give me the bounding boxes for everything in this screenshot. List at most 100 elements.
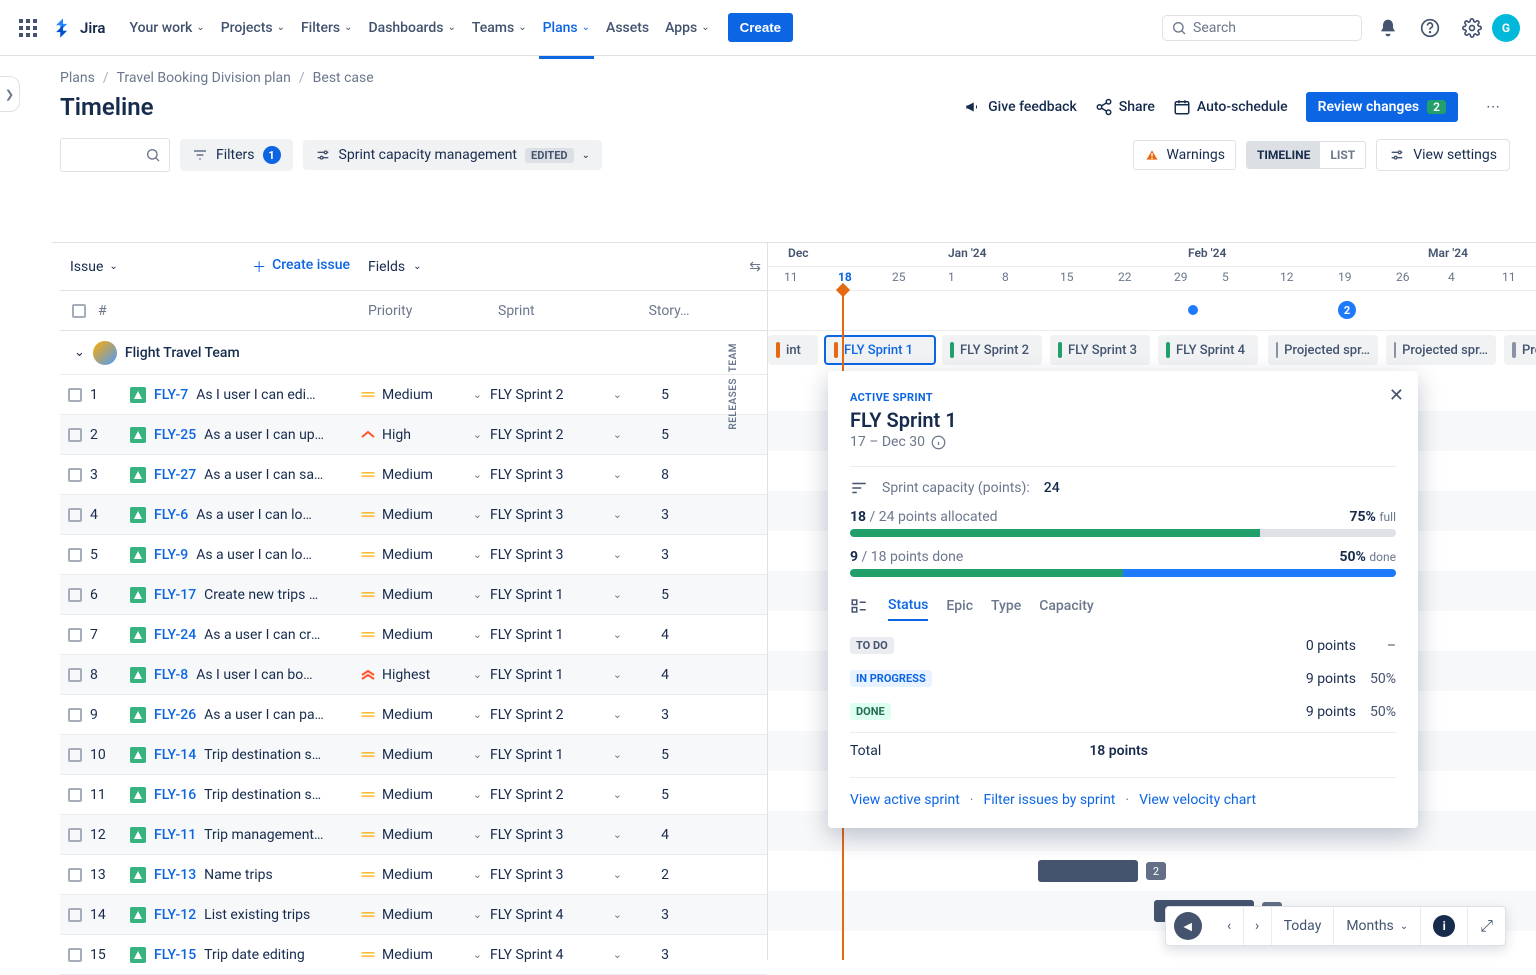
- issue-key[interactable]: FLY-26: [154, 707, 196, 723]
- priority-dropdown[interactable]: ⌄: [465, 944, 490, 965]
- priority-dropdown[interactable]: ⌄: [465, 744, 490, 765]
- gantt-bar[interactable]: 2: [1038, 860, 1138, 882]
- issue-row[interactable]: 1FLY-7As I user I can edit …═Medium⌄FLY …: [60, 375, 767, 415]
- issue-key[interactable]: FLY-14: [154, 747, 196, 763]
- release-count-badge[interactable]: 2: [1338, 301, 1356, 319]
- priority-dropdown[interactable]: ⌄: [465, 384, 490, 405]
- legend-info-button[interactable]: i: [1421, 907, 1468, 945]
- sprint-chip[interactable]: FLY Sprint 4: [1158, 335, 1258, 365]
- more-menu-button[interactable]: ⋯: [1476, 90, 1510, 124]
- issue-column-header[interactable]: Issue⌄: [70, 259, 118, 275]
- scroll-right-button[interactable]: ›: [1244, 907, 1272, 945]
- row-checkbox[interactable]: [68, 588, 82, 602]
- tab-epic[interactable]: Epic: [946, 592, 973, 620]
- row-checkbox[interactable]: [68, 948, 82, 962]
- priority-dropdown[interactable]: ⌄: [465, 664, 490, 685]
- row-checkbox[interactable]: [68, 908, 82, 922]
- scroll-left-button[interactable]: ‹: [1216, 907, 1244, 945]
- nav-your-work[interactable]: Your work ⌄: [121, 14, 212, 42]
- nav-projects[interactable]: Projects ⌄: [213, 14, 293, 42]
- issue-row[interactable]: 7FLY-24As a user I can cre…═Medium⌄FLY S…: [60, 615, 767, 655]
- issue-key[interactable]: FLY-7: [154, 387, 188, 403]
- sprint-dropdown[interactable]: ⌄: [605, 504, 630, 525]
- tab-type[interactable]: Type: [991, 592, 1021, 620]
- priority-dropdown[interactable]: ⌄: [465, 464, 490, 485]
- nav-apps[interactable]: Apps ⌄: [657, 14, 718, 42]
- priority-dropdown[interactable]: ⌄: [465, 424, 490, 445]
- sprint-dropdown[interactable]: ⌄: [605, 824, 630, 845]
- issue-row[interactable]: 5FLY-9As a user I can log i…═Medium⌄FLY …: [60, 535, 767, 575]
- create-issue-button[interactable]: ＋Create issue: [252, 257, 350, 277]
- sprint-chip[interactable]: Projected spr…: [1268, 335, 1378, 365]
- jira-logo[interactable]: Jira: [52, 17, 105, 39]
- row-checkbox[interactable]: [68, 788, 82, 802]
- tab-status[interactable]: Status: [888, 591, 928, 621]
- priority-dropdown[interactable]: ⌄: [465, 544, 490, 565]
- sprint-dropdown[interactable]: ⌄: [605, 584, 630, 605]
- issue-row[interactable]: 9FLY-26As a user I can pay…═Medium⌄FLY S…: [60, 695, 767, 735]
- issue-row[interactable]: 4FLY-6As a user I can log i…═Medium⌄FLY …: [60, 495, 767, 535]
- breadcrumb-plan[interactable]: Travel Booking Division plan: [117, 70, 291, 86]
- auto-schedule-button[interactable]: Auto-schedule: [1173, 98, 1288, 116]
- filters-button[interactable]: Filters 1: [180, 139, 293, 171]
- issue-key[interactable]: FLY-8: [154, 667, 188, 683]
- search-input[interactable]: Search: [1162, 15, 1362, 41]
- info-icon[interactable]: [931, 435, 946, 450]
- close-button[interactable]: ✕: [1389, 385, 1404, 406]
- sprint-dropdown[interactable]: ⌄: [605, 424, 630, 445]
- sprint-dropdown[interactable]: ⌄: [605, 744, 630, 765]
- priority-dropdown[interactable]: ⌄: [465, 864, 490, 885]
- timeline-view-tab[interactable]: TIMELINE: [1247, 142, 1320, 168]
- review-changes-button[interactable]: Review changes 2: [1306, 92, 1458, 122]
- list-view-tab[interactable]: LIST: [1320, 142, 1365, 168]
- create-button[interactable]: Create: [728, 13, 794, 42]
- sprint-chip[interactable]: FLY Sprint 1: [824, 335, 936, 365]
- issue-key[interactable]: FLY-11: [154, 827, 196, 843]
- priority-dropdown[interactable]: ⌄: [465, 504, 490, 525]
- issue-key[interactable]: FLY-6: [154, 507, 188, 523]
- priority-dropdown[interactable]: ⌄: [465, 704, 490, 725]
- notifications-icon[interactable]: [1372, 12, 1404, 44]
- issue-key[interactable]: FLY-17: [154, 587, 196, 603]
- fullscreen-button[interactable]: ⤢: [1468, 907, 1505, 945]
- sprint-dropdown[interactable]: ⌄: [605, 544, 630, 565]
- zoom-unit-select[interactable]: Months ⌄: [1334, 907, 1421, 945]
- row-checkbox[interactable]: [68, 468, 82, 482]
- nav-assets[interactable]: Assets: [598, 14, 657, 42]
- sprint-dropdown[interactable]: ⌄: [605, 944, 630, 965]
- issue-key[interactable]: FLY-15: [154, 947, 196, 963]
- dependency-badge[interactable]: 2: [1146, 862, 1166, 880]
- sprint-dropdown[interactable]: ⌄: [605, 464, 630, 485]
- sprint-dropdown[interactable]: ⌄: [605, 784, 630, 805]
- nav-dashboards[interactable]: Dashboards ⌄: [361, 14, 464, 42]
- row-checkbox[interactable]: [68, 388, 82, 402]
- user-avatar[interactable]: G: [1492, 14, 1520, 42]
- row-checkbox[interactable]: [68, 508, 82, 522]
- issue-key[interactable]: FLY-12: [154, 907, 196, 923]
- issue-key[interactable]: FLY-16: [154, 787, 196, 803]
- sprint-chip[interactable]: FLY Sprint 3: [1050, 335, 1150, 365]
- fields-button[interactable]: Fields⌄: [360, 259, 490, 275]
- priority-dropdown[interactable]: ⌄: [465, 784, 490, 805]
- sprint-dropdown[interactable]: ⌄: [605, 704, 630, 725]
- issue-row[interactable]: 15FLY-15Trip date editing═Medium⌄FLY Spr…: [60, 935, 767, 975]
- help-icon[interactable]: [1414, 12, 1446, 44]
- filter-by-sprint-link[interactable]: Filter issues by sprint: [983, 792, 1115, 808]
- issue-row[interactable]: 12FLY-11Trip management f…═Medium⌄FLY Sp…: [60, 815, 767, 855]
- row-checkbox[interactable]: [68, 868, 82, 882]
- share-button[interactable]: Share: [1095, 98, 1155, 116]
- sprint-chip[interactable]: Projected spr…: [1386, 335, 1496, 365]
- issue-row[interactable]: 11FLY-16Trip destination sel…═Medium⌄FLY…: [60, 775, 767, 815]
- breadcrumb-scenario[interactable]: Best case: [313, 70, 374, 86]
- release-marker-icon[interactable]: [1188, 305, 1198, 315]
- row-checkbox[interactable]: [68, 828, 82, 842]
- priority-dropdown[interactable]: ⌄: [465, 584, 490, 605]
- priority-dropdown[interactable]: ⌄: [465, 824, 490, 845]
- sprint-capacity-button[interactable]: Sprint capacity management EDITED ⌄: [303, 140, 602, 170]
- today-button[interactable]: Today: [1272, 907, 1335, 945]
- view-active-sprint-link[interactable]: View active sprint: [850, 792, 960, 808]
- issue-search-input[interactable]: [60, 138, 170, 172]
- sprint-chip[interactable]: FLY Sprint 2: [942, 335, 1042, 365]
- issue-row[interactable]: 8FLY-8As I user I can book …Highest⌄FLY …: [60, 655, 767, 695]
- view-settings-button[interactable]: View settings: [1376, 139, 1510, 171]
